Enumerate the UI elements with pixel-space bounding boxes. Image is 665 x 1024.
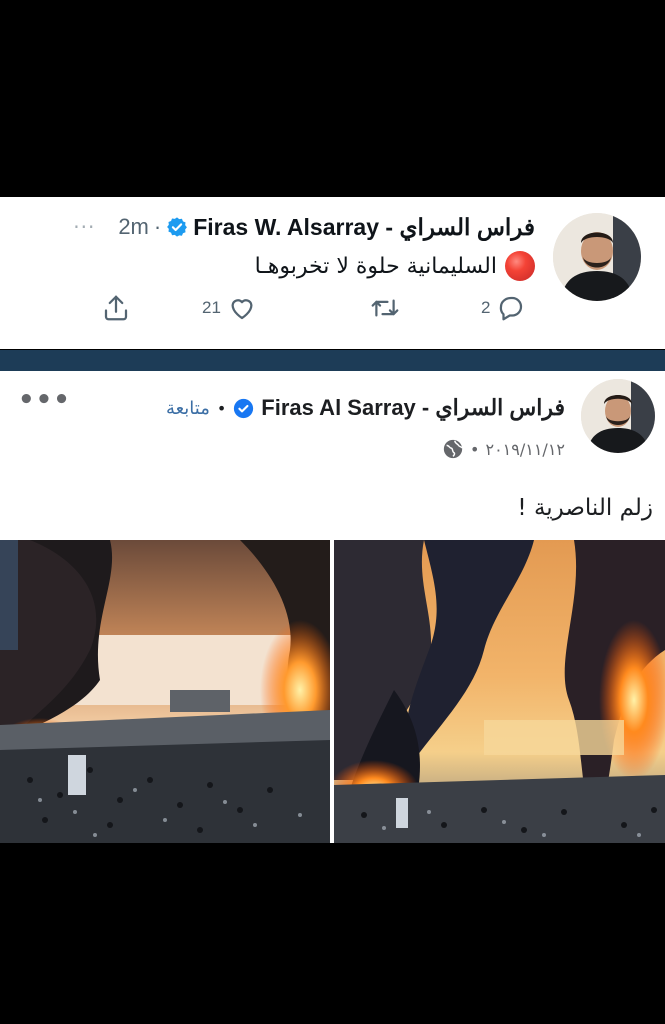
facebook-post: ••• متابعة • Firas Al Sarray - فراس السر… — [0, 371, 665, 843]
globe-icon — [442, 438, 464, 460]
verified-badge-icon — [166, 216, 188, 238]
post-display-name[interactable]: Firas Al Sarray - فراس السراي — [261, 395, 565, 421]
retweet-button[interactable] — [369, 291, 401, 325]
share-button[interactable] — [101, 291, 131, 325]
reply-button[interactable]: 2 — [481, 291, 526, 325]
section-divider — [0, 350, 665, 371]
share-icon — [101, 293, 131, 323]
post-caption: زلم الناصرية ! — [517, 495, 653, 521]
tweet-display-name[interactable]: Firas W. Alsarray - فراس السراي — [193, 214, 535, 241]
header-bullet: • — [216, 398, 227, 418]
post-avatar[interactable] — [581, 379, 655, 453]
red-circle-emoji — [505, 251, 535, 281]
tweet-body: السليمانية حلوة لا تخربوهـا — [255, 249, 535, 283]
post-meta: • ٢٠١٩/١١/١٢ — [442, 437, 565, 461]
tweet-card: ··· 2m · Firas W. Alsarray - فراس السراي… — [0, 197, 665, 349]
like-button[interactable]: 21 — [202, 291, 257, 325]
burning-riverside-photo[interactable] — [0, 540, 330, 843]
tweet-more-button[interactable]: ··· — [73, 215, 95, 239]
tweet-time[interactable]: 2m — [118, 214, 149, 240]
reply-icon — [496, 293, 526, 323]
tweet-text: السليمانية حلوة لا تخربوهـا — [254, 253, 497, 279]
tweet-separator: · — [153, 214, 162, 239]
tweet-avatar[interactable] — [553, 213, 641, 301]
follow-button[interactable]: متابعة — [166, 398, 210, 419]
date-bullet: • — [470, 439, 480, 459]
bottom-black-area — [0, 843, 665, 1024]
verified-badge-icon — [233, 398, 254, 419]
burning-protest-photo[interactable] — [334, 540, 665, 843]
like-count: 21 — [202, 298, 221, 317]
reply-count: 2 — [481, 298, 491, 317]
like-icon — [227, 293, 257, 323]
tweet-header: ··· 2m · Firas W. Alsarray - فراس السراي — [73, 212, 535, 242]
post-header: متابعة • Firas Al Sarray - فراس السراي — [166, 393, 565, 423]
tweet-actions: 21 2 — [0, 291, 665, 325]
post-date[interactable]: ٢٠١٩/١١/١٢ — [485, 440, 565, 459]
retweet-icon — [369, 293, 401, 323]
post-more-button[interactable]: ••• — [18, 385, 71, 415]
